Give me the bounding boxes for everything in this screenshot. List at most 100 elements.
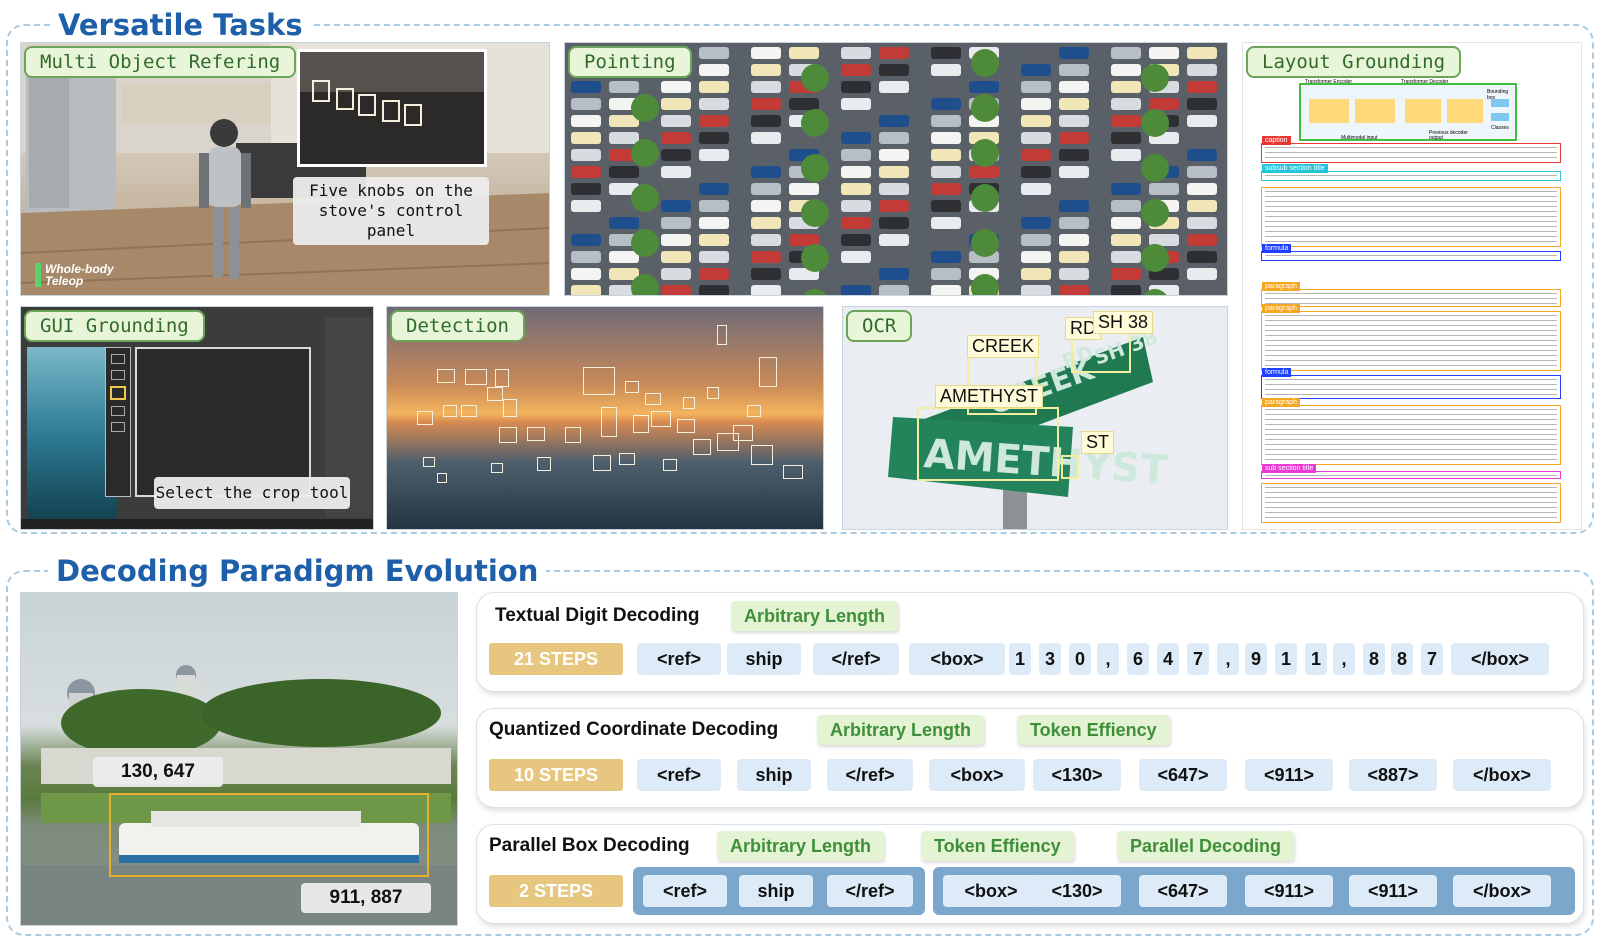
row-textual-digit: Textual Digit Decoding Arbitrary Length … bbox=[476, 592, 1584, 692]
bird-box bbox=[759, 357, 777, 387]
token: 1 bbox=[1305, 643, 1327, 675]
knob-box bbox=[358, 94, 376, 116]
token: 0 bbox=[1069, 643, 1091, 675]
token: <911> bbox=[1245, 875, 1333, 907]
bird-box bbox=[461, 405, 477, 417]
bird-box bbox=[751, 445, 773, 465]
bird-box bbox=[651, 411, 671, 427]
layout-region-label: paragraph bbox=[1262, 304, 1300, 313]
token: 8 bbox=[1391, 643, 1413, 675]
ocr-box-amethyst bbox=[917, 407, 1059, 481]
token: 7 bbox=[1421, 643, 1443, 675]
row-quantized-coordinate: Quantized Coordinate Decoding Arbitrary … bbox=[476, 708, 1584, 808]
bird-box bbox=[625, 381, 639, 393]
gui-taskbar bbox=[21, 519, 373, 529]
token: , bbox=[1333, 643, 1355, 675]
token: ship bbox=[727, 643, 801, 675]
badge-parallel-decoding: Parallel Decoding bbox=[1117, 831, 1295, 861]
bird-box bbox=[503, 399, 517, 417]
bird-box bbox=[437, 369, 455, 383]
token: 7 bbox=[1187, 643, 1209, 675]
bird-box bbox=[601, 407, 617, 437]
layout-region: paragraph bbox=[1261, 282, 1561, 307]
token: </box> bbox=[1453, 875, 1551, 907]
bird-box bbox=[645, 393, 661, 405]
layout-panel: Transformer Encoder Transformer Decoder … bbox=[1242, 42, 1582, 530]
badge-token-effiency: Token Effiency bbox=[1017, 715, 1170, 745]
token: 1 bbox=[1275, 643, 1297, 675]
bird-box bbox=[583, 367, 615, 395]
bird-box bbox=[537, 457, 551, 471]
gui-canvas bbox=[135, 347, 311, 497]
token: </ref> bbox=[813, 643, 899, 675]
layout-region bbox=[1261, 187, 1561, 247]
steps-badge: 21 STEPS bbox=[489, 643, 623, 675]
layout-region: subsub section title bbox=[1261, 164, 1561, 181]
knob-box bbox=[336, 88, 354, 110]
bird-box bbox=[619, 453, 635, 465]
token: <887> bbox=[1349, 759, 1437, 791]
token: ship bbox=[737, 759, 811, 791]
ship-bottom-right-label: 911, 887 bbox=[301, 883, 431, 913]
ocr-label: SH 38 bbox=[1093, 311, 1154, 334]
bird-box bbox=[443, 405, 457, 417]
crop-tool-icon[interactable] bbox=[110, 386, 126, 400]
token: </ref> bbox=[827, 759, 913, 791]
token: <box> bbox=[909, 643, 1005, 675]
decoding-title: Decoding Paradigm Evolution bbox=[48, 554, 547, 588]
tag-detection: Detection bbox=[390, 310, 525, 342]
layout-diagram-box: Transformer Encoder Transformer Decoder … bbox=[1299, 79, 1517, 141]
knob-box bbox=[382, 100, 400, 122]
token: 3 bbox=[1039, 643, 1061, 675]
row-title: Quantized Coordinate Decoding bbox=[489, 719, 779, 740]
token: <ref> bbox=[637, 759, 721, 791]
gui-toolbar bbox=[105, 347, 131, 497]
token: , bbox=[1097, 643, 1119, 675]
badge-token-effiency: Token Effiency bbox=[921, 831, 1074, 861]
row-title: Textual Digit Decoding bbox=[495, 605, 700, 626]
row-title: Parallel Box Decoding bbox=[489, 835, 690, 856]
token: ship bbox=[739, 875, 813, 907]
token: <911> bbox=[1245, 759, 1333, 791]
badge-arbitrary-length: Arbitrary Length bbox=[731, 601, 899, 631]
layout-region-label: subsub section title bbox=[1262, 164, 1328, 173]
layout-region-label: formula bbox=[1262, 368, 1292, 377]
layout-region-label: paragraph bbox=[1262, 398, 1300, 407]
layout-region: formula bbox=[1261, 244, 1561, 261]
knob-box bbox=[404, 104, 422, 126]
token: , bbox=[1217, 643, 1239, 675]
token: <130> bbox=[1033, 759, 1121, 791]
bird-box bbox=[487, 387, 503, 401]
layout-region: caption bbox=[1261, 136, 1561, 163]
token: <box> bbox=[943, 875, 1039, 907]
bird-box bbox=[593, 455, 611, 471]
bird-box bbox=[527, 427, 545, 441]
tag-gui-grounding: GUI Grounding bbox=[24, 310, 205, 342]
layout-region-label: formula bbox=[1262, 244, 1292, 253]
bird-box bbox=[747, 405, 761, 417]
gui-caption: Select the crop tool bbox=[154, 477, 350, 509]
token: <647> bbox=[1139, 875, 1227, 907]
steps-badge: 2 STEPS bbox=[489, 875, 623, 907]
bird-box bbox=[417, 411, 433, 425]
stove-zoom-inset bbox=[297, 49, 487, 167]
layout-region: sub section title bbox=[1261, 464, 1561, 479]
bird-box bbox=[491, 463, 503, 473]
token: <130> bbox=[1033, 875, 1121, 907]
token: </ref> bbox=[827, 875, 913, 907]
ocr-box-st bbox=[1061, 455, 1079, 479]
layout-region: paragraph bbox=[1261, 304, 1561, 371]
multi-object-caption: Five knobs on the stove's control panel bbox=[293, 177, 489, 245]
bird-box bbox=[677, 419, 695, 433]
bird-box bbox=[733, 425, 753, 441]
layout-region: paragraph bbox=[1261, 398, 1561, 465]
tag-ocr: OCR bbox=[846, 310, 913, 342]
badge-arbitrary-length: Arbitrary Length bbox=[717, 831, 885, 861]
layout-region: formula bbox=[1261, 368, 1561, 399]
teleop-watermark: Whole-body Teleop bbox=[35, 263, 125, 287]
bird-box bbox=[495, 369, 509, 387]
token: </box> bbox=[1451, 643, 1549, 675]
versatile-tasks-title: Versatile Tasks bbox=[50, 8, 311, 42]
token: <911> bbox=[1349, 875, 1437, 907]
gui-photo-strip bbox=[27, 347, 117, 521]
